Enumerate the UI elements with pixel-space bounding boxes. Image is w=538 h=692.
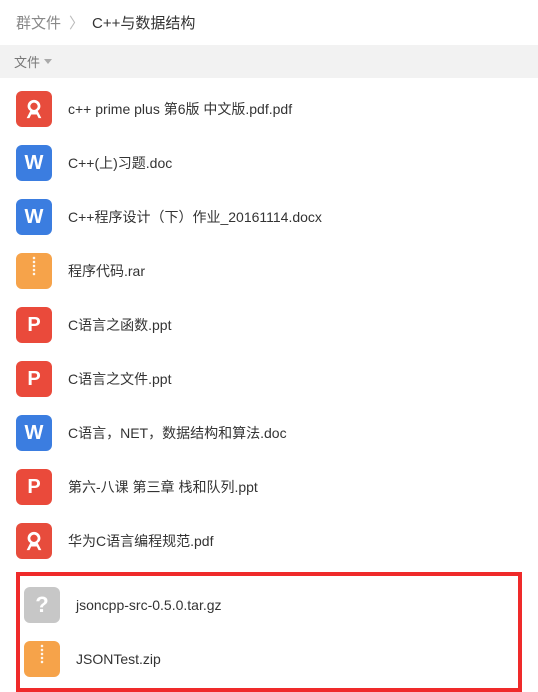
ppt-file-icon: P	[16, 469, 52, 505]
file-row[interactable]: 华为C语言编程规范.pdf	[0, 514, 538, 568]
file-name: c++ prime plus 第6版 中文版.pdf.pdf	[68, 99, 292, 119]
file-row[interactable]: ? jsoncpp-src-0.5.0.tar.gz	[20, 578, 518, 632]
column-header-file[interactable]: 文件	[0, 45, 538, 78]
ppt-file-icon: P	[16, 307, 52, 343]
file-name: jsoncpp-src-0.5.0.tar.gz	[76, 597, 222, 613]
ppt-file-icon: P	[16, 361, 52, 397]
unknown-file-icon: ?	[24, 587, 60, 623]
file-name: C语言，NET，数据结构和算法.doc	[68, 423, 287, 443]
zip-file-icon	[24, 641, 60, 677]
file-row[interactable]: W C++(上)习题.doc	[0, 136, 538, 190]
file-row[interactable]: W C++程序设计（下）作业_20161114.docx	[0, 190, 538, 244]
file-list: c++ prime plus 第6版 中文版.pdf.pdf W C++(上)习题.…	[0, 78, 538, 572]
file-name: C语言之函数.ppt	[68, 315, 171, 335]
breadcrumb: 群文件 〉 C++与数据结构	[0, 0, 538, 45]
file-name: C++程序设计（下）作业_20161114.docx	[68, 207, 322, 227]
file-row[interactable]: 程序代码.rar	[0, 244, 538, 298]
file-row[interactable]: P C语言之函数.ppt	[0, 298, 538, 352]
breadcrumb-current: C++与数据结构	[92, 12, 195, 33]
highlighted-file-group: ? jsoncpp-src-0.5.0.tar.gz JSONTest.zip	[16, 572, 522, 692]
file-row[interactable]: P 第六-八课 第三章 栈和队列.ppt	[0, 460, 538, 514]
pdf-file-icon	[16, 91, 52, 127]
breadcrumb-separator: 〉	[69, 12, 84, 33]
file-row[interactable]: P C语言之文件.ppt	[0, 352, 538, 406]
doc-file-icon: W	[16, 145, 52, 181]
file-name: C语言之文件.ppt	[68, 369, 171, 389]
doc-file-icon: W	[16, 199, 52, 235]
breadcrumb-root[interactable]: 群文件	[16, 12, 61, 33]
zip-file-icon	[16, 253, 52, 289]
file-name: 程序代码.rar	[68, 261, 145, 281]
pdf-file-icon	[16, 523, 52, 559]
column-label: 文件	[14, 52, 40, 71]
file-name: JSONTest.zip	[76, 651, 161, 667]
file-name: 第六-八课 第三章 栈和队列.ppt	[68, 477, 258, 497]
file-row[interactable]: W C语言，NET，数据结构和算法.doc	[0, 406, 538, 460]
file-row[interactable]: c++ prime plus 第6版 中文版.pdf.pdf	[0, 82, 538, 136]
file-name: C++(上)习题.doc	[68, 153, 172, 173]
sort-arrow-icon	[44, 59, 52, 64]
file-name: 华为C语言编程规范.pdf	[68, 531, 213, 551]
file-row[interactable]: JSONTest.zip	[20, 632, 518, 686]
doc-file-icon: W	[16, 415, 52, 451]
